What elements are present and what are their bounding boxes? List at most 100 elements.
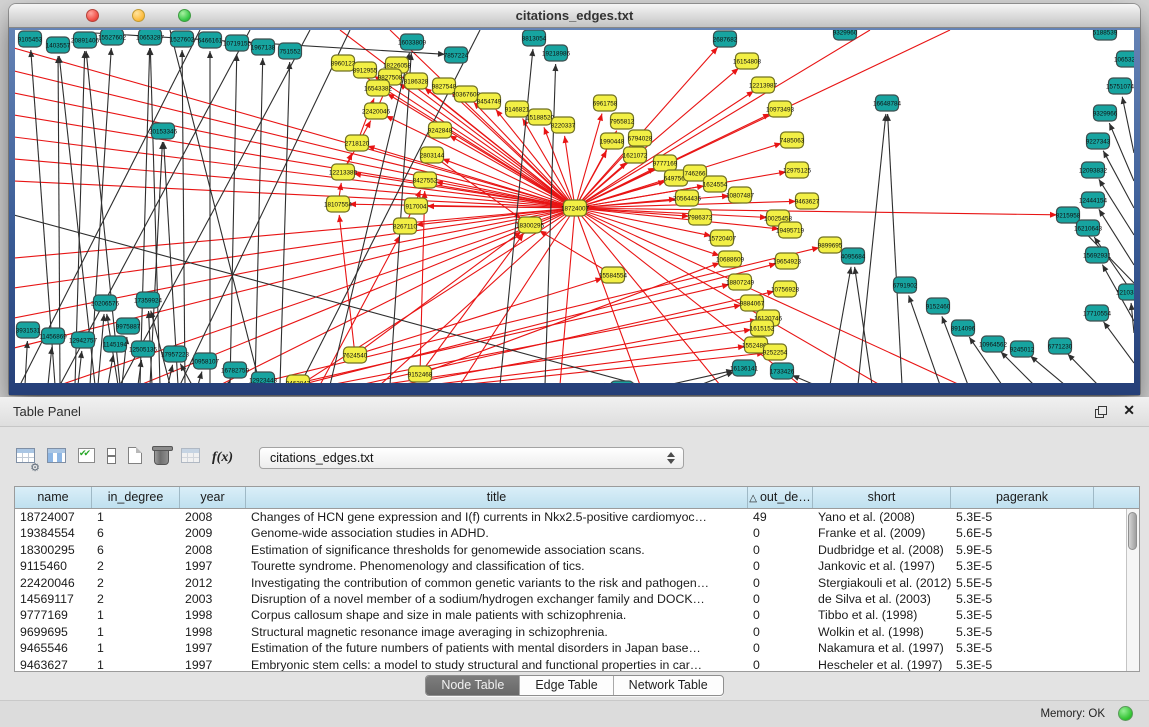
table-cell[interactable]: 1 [92, 509, 180, 525]
column-header[interactable]: short [813, 487, 951, 508]
graph-edge[interactable] [1104, 322, 1134, 363]
table-cell[interactable]: 2008 [180, 509, 246, 525]
table-cell[interactable]: Tourette syndrome. Phenomenology and cla… [246, 558, 748, 574]
table-cell[interactable]: 6 [92, 542, 180, 558]
table-cell[interactable]: Stergiakouli et al. (2012) [813, 575, 951, 591]
table-row[interactable]: 911546021997Tourette syndrome. Phenomeno… [15, 558, 1126, 574]
table-cell[interactable]: 5.6E-5 [951, 525, 1094, 541]
table-cell[interactable]: Nakamura et al. (1997) [813, 640, 951, 656]
graph-edge[interactable] [230, 54, 237, 383]
column-header[interactable]: title [246, 487, 748, 508]
graph-edge[interactable] [539, 231, 613, 275]
table-row[interactable]: 946362711997Embryonic stem cells: a mode… [15, 657, 1126, 671]
table-cell[interactable]: 14569117 [15, 591, 92, 607]
tab-edge-table[interactable]: Edge Table [520, 676, 613, 695]
table-row[interactable]: 1872400712008Changes of HCN gene express… [15, 509, 1126, 525]
graph-edge[interactable] [280, 62, 290, 383]
graph-edge[interactable] [888, 114, 902, 383]
network-window-titlebar[interactable]: citations_edges.txt [9, 4, 1140, 28]
table-cell[interactable]: 49 [748, 509, 813, 525]
graph-edge[interactable] [430, 346, 745, 383]
table-cell[interactable]: 9463627 [15, 657, 92, 671]
table-cell[interactable]: 2012 [180, 575, 246, 591]
row-height-button[interactable] [107, 448, 116, 469]
graph-edge[interactable] [15, 71, 575, 208]
table-cell[interactable]: 0 [748, 607, 813, 623]
table-cell[interactable]: 0 [748, 640, 813, 656]
table-cell[interactable]: 19384554 [15, 525, 92, 541]
table-cell[interactable]: 9699695 [15, 624, 92, 640]
table-cell[interactable]: 0 [748, 657, 813, 671]
table-cell[interactable]: Disruption of a novel member of a sodium… [246, 591, 748, 607]
table-cell[interactable]: 2009 [180, 525, 246, 541]
table-cell[interactable]: 0 [748, 575, 813, 591]
table-row[interactable]: 969969511998Structural magnetic resonanc… [15, 624, 1126, 640]
graph-edge[interactable] [355, 232, 521, 355]
graph-edge[interactable] [1103, 151, 1134, 208]
graph-edge[interactable] [668, 370, 733, 383]
graph-edge[interactable] [460, 353, 764, 383]
table-cell[interactable]: 1997 [180, 640, 246, 656]
graph-edge[interactable] [380, 330, 751, 383]
table-cell[interactable]: 1997 [180, 558, 246, 574]
table-cell[interactable]: 9115460 [15, 558, 92, 574]
table-row[interactable]: 1456911722003Disruption of a novel membe… [15, 591, 1126, 607]
table-cell[interactable]: Estimation of the future numbers of pati… [246, 640, 748, 656]
graph-edge[interactable] [1099, 179, 1134, 235]
graph-edge[interactable] [830, 267, 851, 383]
delete-column-button[interactable] [154, 446, 169, 470]
table-row[interactable]: 977716911998Corpus callosum shape and si… [15, 607, 1126, 623]
table-cell[interactable]: de Silva et al. (2003) [813, 591, 951, 607]
table-cell[interactable]: 1998 [180, 624, 246, 640]
table-cell[interactable]: Genome-wide association studies in ADHD. [246, 525, 748, 541]
graph-edge[interactable] [855, 267, 872, 383]
table-cell[interactable]: 22420046 [15, 575, 92, 591]
table-row[interactable]: 2242004622012Investigating the contribut… [15, 575, 1126, 591]
tab-network-table[interactable]: Network Table [614, 676, 723, 695]
show-columns-button[interactable] [47, 448, 66, 468]
table-settings-button[interactable]: ⚙ [16, 448, 35, 468]
tab-node-table[interactable]: Node Table [426, 676, 520, 695]
table-row[interactable]: 946554611997Estimation of the future num… [15, 640, 1126, 656]
table-row[interactable]: 1830029562008Estimation of significance … [15, 542, 1126, 558]
table-cell[interactable]: 5.3E-5 [951, 558, 1094, 574]
table-cell[interactable]: 5.3E-5 [951, 509, 1094, 525]
table-cell[interactable]: Changes of HCN gene expression and I(f) … [246, 509, 748, 525]
network-canvas[interactable]: 8960123891295518226058982750881863289827… [15, 30, 1134, 383]
close-panel-icon[interactable]: ✕ [1123, 402, 1135, 419]
graph-edge[interactable] [1109, 123, 1134, 181]
table-cell[interactable]: 0 [748, 624, 813, 640]
table-source-select[interactable]: citations_edges.txt [259, 447, 684, 469]
table-cell[interactable]: 2 [92, 558, 180, 574]
table-cell[interactable]: 2 [92, 591, 180, 607]
table-cell[interactable]: 2008 [180, 542, 246, 558]
graph-edge[interactable] [575, 47, 718, 208]
table-cell[interactable]: 0 [748, 542, 813, 558]
table-cell[interactable]: 6 [92, 525, 180, 541]
column-header[interactable]: in_degree [92, 487, 180, 508]
table-cell[interactable]: Wolkin et al. (1998) [813, 624, 951, 640]
graph-edge[interactable] [182, 50, 185, 383]
table-cell[interactable]: 9465546 [15, 640, 92, 656]
graph-edge[interactable] [15, 93, 575, 208]
column-header[interactable]: △out_de… [748, 487, 813, 508]
graph-edge[interactable] [300, 264, 776, 383]
table-cell[interactable]: 18300295 [15, 542, 92, 558]
select-rows-button[interactable] [78, 448, 95, 468]
table-cell[interactable]: 5.9E-5 [951, 542, 1094, 558]
graph-edge[interactable] [290, 284, 729, 383]
create-column-button[interactable] [128, 447, 142, 469]
table-cell[interactable]: 5.3E-5 [951, 657, 1094, 671]
vertical-scrollbar[interactable] [1126, 509, 1139, 671]
table-row[interactable]: 1938455462009Genome-wide association stu… [15, 525, 1126, 541]
table-cell[interactable]: Estimation of significance thresholds fo… [246, 542, 748, 558]
table-cell[interactable]: Hescheler et al. (1997) [813, 657, 951, 671]
table-cell[interactable]: 5.5E-5 [951, 575, 1094, 591]
table-cell[interactable]: Franke et al. (2009) [813, 525, 951, 541]
table-cell[interactable]: 1 [92, 640, 180, 656]
column-header[interactable]: name [15, 487, 92, 508]
table-cell[interactable]: 1998 [180, 607, 246, 623]
table-cell[interactable]: 5.3E-5 [951, 607, 1094, 623]
table-cell[interactable]: Structural magnetic resonance image aver… [246, 624, 748, 640]
table-cell[interactable]: 1 [92, 624, 180, 640]
